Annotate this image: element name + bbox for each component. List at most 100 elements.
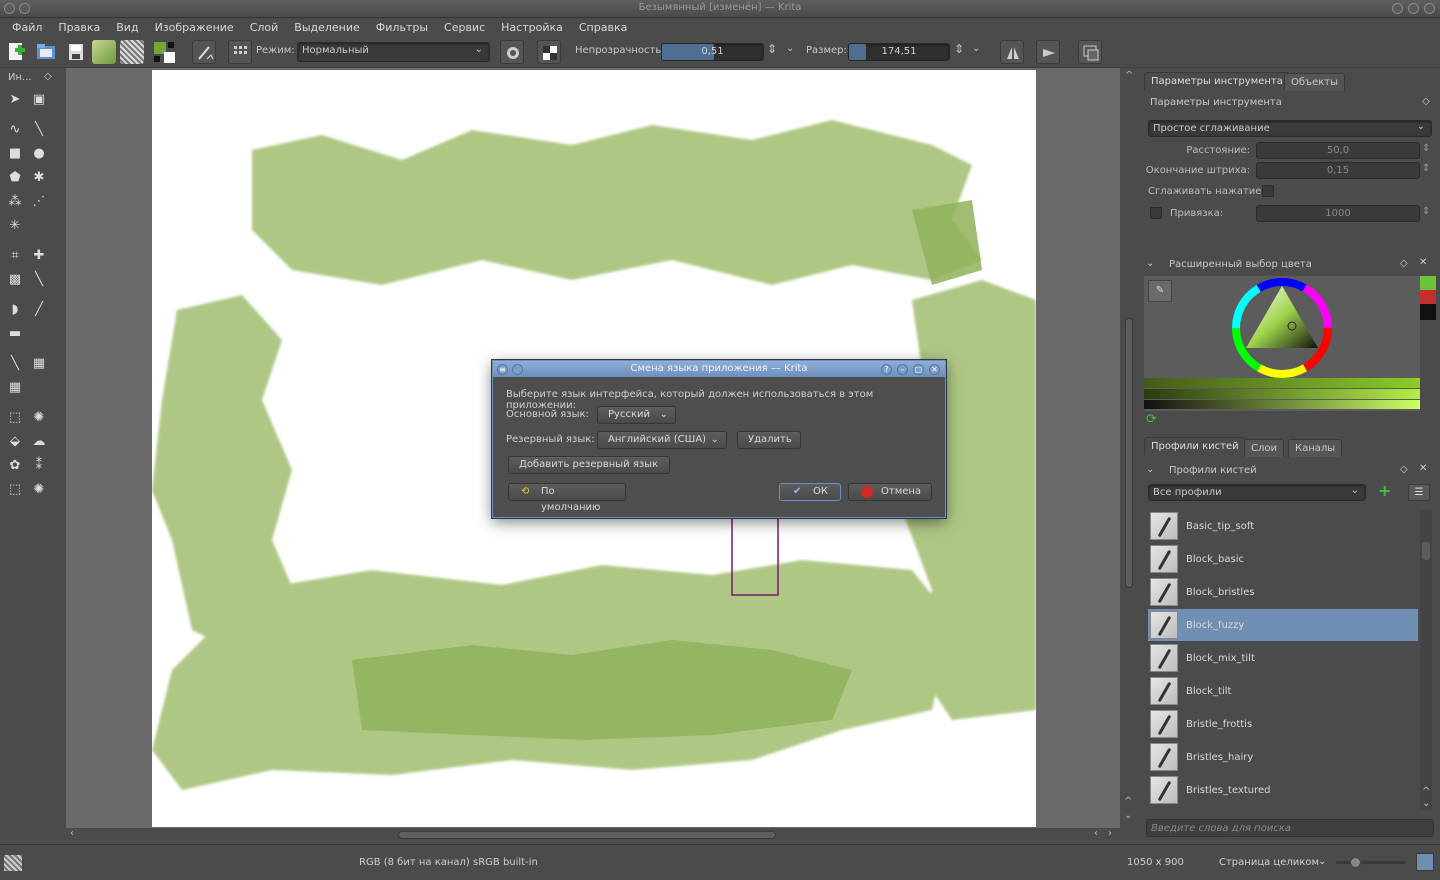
- vertical-scroll-thumb[interactable]: [1125, 318, 1133, 588]
- bezier-select-tool[interactable]: ⬚: [7, 482, 23, 498]
- vertical-scrollbar[interactable]: ^ ^ ⌄: [1120, 68, 1138, 828]
- spin-arrows-icon[interactable]: ⇕: [954, 42, 964, 56]
- ellipse-select-tool[interactable]: ✺: [31, 410, 47, 426]
- polyline-tool[interactable]: ✱: [31, 170, 47, 186]
- open-document-button[interactable]: [34, 40, 58, 64]
- smart-patch-tool[interactable]: ╲: [7, 356, 23, 372]
- spin-arrows-icon[interactable]: ⇕: [767, 42, 777, 56]
- workspace-button[interactable]: [1078, 40, 1102, 64]
- menu-help[interactable]: Справка: [571, 21, 635, 34]
- preset-scroll-thumb[interactable]: [1422, 542, 1430, 560]
- menu-edit[interactable]: Правка: [50, 21, 108, 34]
- primary-language-select[interactable]: Русский ⌄: [597, 406, 676, 424]
- ellipse-tool[interactable]: ●: [31, 146, 47, 162]
- outline-select-tool[interactable]: ☁: [31, 434, 47, 450]
- menu-tools[interactable]: Сервис: [436, 21, 493, 34]
- mirror-vertical-button[interactable]: [1036, 40, 1060, 64]
- menu-filters[interactable]: Фильтры: [368, 21, 436, 34]
- menu-file[interactable]: Файл: [4, 21, 50, 34]
- fallback-language-select[interactable]: Английский (США) ⌄: [597, 431, 727, 449]
- brush-preview-icon[interactable]: [4, 855, 22, 871]
- similar-select-tool[interactable]: ⁑: [31, 458, 47, 474]
- rectangle-tool[interactable]: ■: [7, 146, 23, 162]
- dialog-close-icon[interactable]: ✕: [929, 364, 940, 375]
- menu-image[interactable]: Изображение: [147, 21, 242, 34]
- hue-wheel[interactable]: [1230, 276, 1334, 380]
- close-icon[interactable]: ✕: [1419, 257, 1427, 268]
- float-icon[interactable]: ◇: [44, 71, 52, 82]
- scroll-down-icon[interactable]: ⌄: [1422, 798, 1430, 809]
- stroke-ending-slider[interactable]: 0,15: [1256, 162, 1420, 179]
- float-icon[interactable]: ◇: [1400, 464, 1408, 475]
- new-document-button[interactable]: [4, 40, 28, 64]
- preserve-alpha-button[interactable]: [537, 40, 561, 64]
- scroll-down-icon[interactable]: ⌄: [1124, 810, 1132, 821]
- size-slider[interactable]: 174,51: [848, 43, 950, 61]
- canvas-only-icon[interactable]: [1416, 853, 1434, 871]
- menu-settings[interactable]: Настройка: [493, 21, 571, 34]
- tab-tool-options[interactable]: Параметры инструмента: [1144, 72, 1290, 90]
- save-document-button[interactable]: [64, 40, 88, 64]
- menu-select[interactable]: Выделение: [286, 21, 368, 34]
- ok-button[interactable]: ✔ ОК: [779, 483, 841, 501]
- tab-layers[interactable]: Слои: [1244, 439, 1284, 457]
- tab-objects[interactable]: Объекты: [1284, 73, 1346, 91]
- grid-tool[interactable]: ▦: [7, 380, 23, 396]
- brush-settings-button[interactable]: [228, 40, 252, 64]
- dynamic-brush-tool[interactable]: ⁂: [7, 194, 23, 210]
- refresh-icon[interactable]: ⟳: [1146, 412, 1157, 427]
- blend-mode-select[interactable]: Нормальный ⌄: [297, 42, 490, 62]
- gradient-tool[interactable]: ▬: [7, 326, 23, 342]
- close-icon[interactable]: ✕: [1419, 463, 1427, 474]
- rect-select-tool[interactable]: ⬚: [7, 410, 23, 426]
- collapse-icon[interactable]: ⌄: [1146, 258, 1154, 269]
- brush-preset-item[interactable]: Block_bristles: [1148, 576, 1418, 608]
- spin-arrows-icon[interactable]: ⇕: [1422, 163, 1430, 174]
- defaults-button[interactable]: ⟲ По умолчанию: [508, 483, 626, 513]
- scroll-right-icon[interactable]: ›: [1108, 828, 1112, 839]
- eyedropper-icon[interactable]: ✎: [1148, 280, 1172, 302]
- zoom-slider[interactable]: [1336, 857, 1406, 868]
- chevron-down-icon[interactable]: ⌄: [1318, 856, 1326, 867]
- color-history-swatch[interactable]: [1420, 290, 1436, 304]
- color-selector-widget[interactable]: ✎: [1144, 276, 1436, 411]
- horizontal-scrollbar[interactable]: ‹ ‹ ›: [66, 828, 1120, 842]
- menu-view[interactable]: Вид: [108, 21, 146, 34]
- lightness-slider[interactable]: [1144, 400, 1420, 409]
- view-mode-icon[interactable]: ☰: [1408, 484, 1430, 501]
- remove-language-button[interactable]: Удалить: [737, 431, 801, 449]
- polygon-tool[interactable]: ⬟: [7, 170, 23, 186]
- polygon-select-tool[interactable]: ⬙: [7, 434, 23, 450]
- brush-preset-item[interactable]: Bristle_frottis: [1148, 708, 1418, 740]
- float-icon[interactable]: ◇: [1422, 96, 1430, 107]
- brush-preset-item[interactable]: Bristles_textured: [1148, 774, 1418, 806]
- color-history-swatch[interactable]: [1420, 276, 1436, 290]
- add-fallback-language-button[interactable]: Добавить резервный язык: [508, 456, 670, 474]
- move-tool[interactable]: ✚: [31, 248, 47, 264]
- pattern-preset-button[interactable]: [120, 40, 144, 64]
- gradient-preset-button[interactable]: [92, 40, 116, 64]
- select-shapes-tool[interactable]: ➤: [7, 92, 23, 108]
- color-picker-tool[interactable]: ╱: [31, 302, 47, 318]
- brush-preset-item[interactable]: Block_basic: [1148, 543, 1418, 575]
- scroll-left-icon[interactable]: ‹: [70, 828, 74, 839]
- saturation-slider[interactable]: [1144, 378, 1420, 388]
- brush-preset-item[interactable]: Block_mix_tilt: [1148, 642, 1418, 674]
- brush-preset-item-selected[interactable]: Block_fuzzy: [1148, 609, 1418, 641]
- window-close-button[interactable]: [1424, 3, 1435, 14]
- crop-tool[interactable]: ⌗: [7, 248, 23, 264]
- dialog-menu-icon[interactable]: ≡: [497, 364, 508, 375]
- preset-filter-select[interactable]: Все профили ⌄: [1148, 484, 1366, 501]
- float-icon[interactable]: ◇: [1400, 258, 1408, 269]
- add-preset-icon[interactable]: +: [1378, 481, 1391, 500]
- color-swatch-button[interactable]: [152, 40, 176, 64]
- cancel-button[interactable]: Отмена: [848, 483, 932, 501]
- zoom-select[interactable]: Страница целиком: [1219, 857, 1319, 868]
- scroll-up-icon[interactable]: ^: [1422, 786, 1430, 797]
- distance-slider[interactable]: 50,0: [1256, 142, 1420, 159]
- dialog-minimize-icon[interactable]: –: [897, 364, 908, 375]
- line-tool[interactable]: ╲: [31, 122, 47, 138]
- chevron-down-icon[interactable]: ⌄: [972, 43, 980, 54]
- smoothing-select[interactable]: Простое сглаживание ⌄: [1148, 120, 1432, 137]
- brush-preset-item[interactable]: Block_tilt: [1148, 675, 1418, 707]
